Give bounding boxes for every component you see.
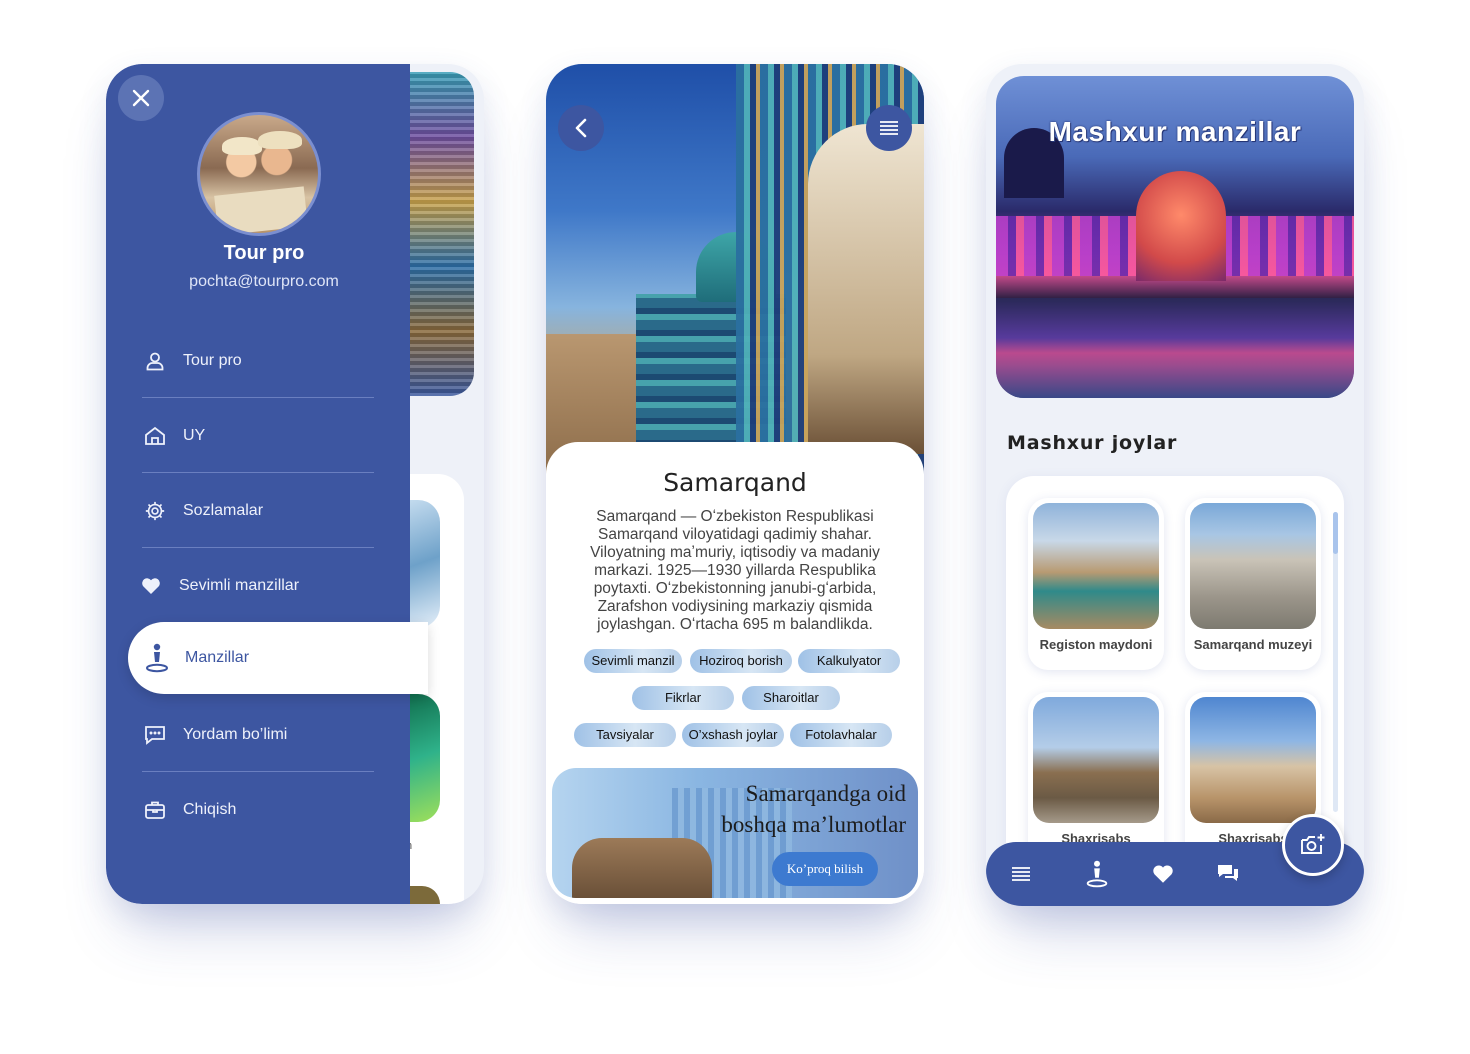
heart-icon [138,573,164,599]
chip-favorite[interactable]: Sevimli manzil [584,649,682,673]
chip-recommendations[interactable]: Tavsiyalar [574,723,676,747]
menu-icon [1012,867,1030,881]
menu-item-label: UY [183,426,206,444]
location-person-icon [1086,860,1108,888]
chat-icon [142,722,168,748]
menu-item-favorites[interactable]: Sevimli manzillar [138,549,370,623]
phone-detail-screen: Samarqand Samarqand — Oʻzbekiston Respub… [546,64,924,904]
camera-plus-icon [1301,834,1325,854]
chip-photos[interactable]: Fotolavhalar [790,723,892,747]
menu-item-label: Manzillar [185,649,250,666]
close-button[interactable] [118,75,164,121]
description-text: Samarqand — Oʻzbekiston Respublikasi Sam… [590,508,880,633]
place-card[interactable]: Shaxrisabs [1028,692,1164,864]
chip-reviews[interactable]: Fikrlar [632,686,734,710]
chip-go-now[interactable]: Hoziroq borish [690,649,792,673]
chat-icon [1218,865,1238,881]
scrollbar-thumb[interactable] [1333,512,1338,554]
place-label: Samarqand muzeyi [1193,637,1313,652]
gear-icon [142,498,168,524]
menu-item-label: Yordam bo’limi [183,725,288,743]
place-card[interactable]: Samarqand muzeyi [1185,498,1321,670]
menu-item-home[interactable]: UY [142,399,374,473]
home-icon [142,423,168,449]
briefcase-icon [142,797,168,823]
phone-popular-screen: Mashxur manzillar Mashxur joylar Registo… [986,64,1364,906]
place-image [1190,503,1316,629]
user-icon [142,348,168,374]
page-title: Samarqand [663,468,807,497]
nav-favorites-button[interactable] [1149,860,1177,888]
profile-name: Tour pro [223,242,305,264]
menu-icon [880,121,898,135]
chevron-left-icon [575,118,587,138]
phone-drawer-screen: n Tour pro pochta@tourpro.com Tour pro U… [106,64,484,904]
hero-image: Mashxur manzillar [996,76,1354,398]
nav-chat-button[interactable] [1214,860,1242,888]
add-photo-button[interactable] [1282,814,1344,876]
chip-calculator[interactable]: Kalkulyator [798,649,900,673]
location-person-icon [144,643,170,673]
learn-more-button[interactable]: Ko’proq bilish [772,852,878,886]
close-icon [132,89,150,107]
profile-email: pochta@tourpro.com [189,273,339,290]
menu-item-label: Sozlamalar [183,501,264,519]
menu-item-label: Tour pro [183,351,242,369]
chip-similar-places[interactable]: O’xshash joylar [682,723,784,747]
banner-text: Samarqandga oid boshqa ma’lumotlar [676,778,906,840]
scrollbar[interactable] [1333,512,1338,812]
place-card[interactable]: Registon maydoni [1028,498,1164,670]
banner-line: Samarqandga oid [745,781,906,806]
menu-item-tour-pro[interactable]: Tour pro [142,324,374,398]
menu-item-destinations[interactable]: Manzillar [128,622,428,694]
hero-title: Mashxur manzillar [1048,116,1302,147]
navigation-drawer: Tour pro pochta@tourpro.com Tour pro UY … [106,64,428,904]
back-button[interactable] [558,105,604,151]
avatar[interactable] [197,112,321,236]
info-banner: Samarqandga oid boshqa ma’lumotlar Ko’pr… [552,768,918,898]
menu-item-label: Chiqish [183,801,237,818]
place-image [1033,697,1159,823]
menu-item-label: Sevimli manzillar [179,577,300,594]
nav-destinations-button[interactable] [1083,860,1111,888]
place-label: Registon maydoni [1039,637,1153,652]
section-title: Mashxur joylar [1007,432,1178,454]
menu-item-logout[interactable]: Chiqish [142,773,374,847]
heart-icon [1153,865,1173,883]
banner-line: boshqa ma’lumotlar [721,812,906,837]
menu-item-settings[interactable]: Sozlamalar [142,474,374,548]
place-image [1033,503,1159,629]
menu-item-help[interactable]: Yordam bo’limi [142,698,374,772]
menu-button[interactable] [866,105,912,151]
nav-menu-button[interactable] [1007,860,1035,888]
chip-conditions[interactable]: Sharoitlar [742,686,840,710]
place-image [1190,697,1316,823]
